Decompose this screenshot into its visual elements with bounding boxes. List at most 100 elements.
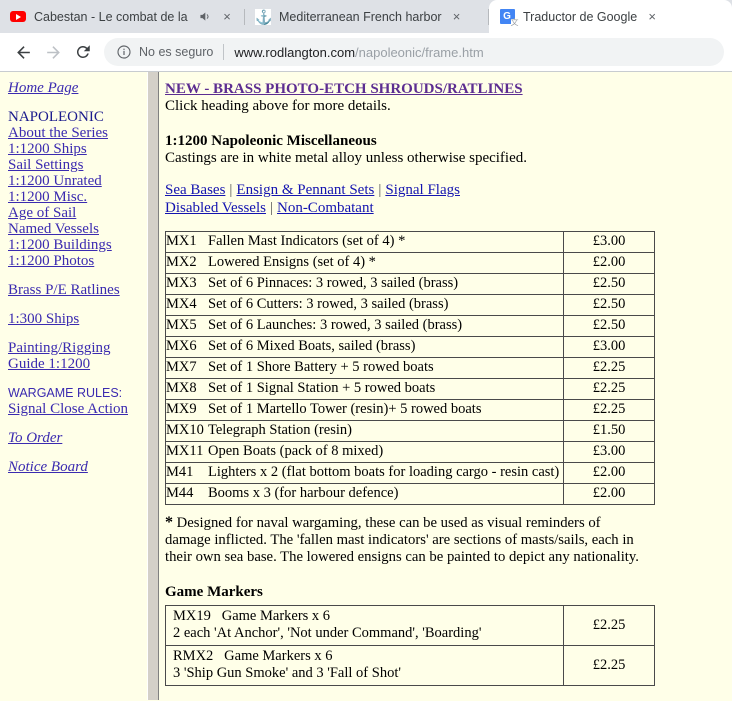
product-code: MX6 xyxy=(165,336,208,358)
game-marker-row: MX19 Game Markers x 62 each 'At Anchor',… xyxy=(165,605,655,646)
security-status-label: No es seguro xyxy=(139,45,214,59)
browser-tab-mediterranean-french-harbor[interactable]: ⚓ Mediterranean French harbor × xyxy=(245,0,488,33)
footnote-body: Designed for naval wargaming, these can … xyxy=(165,515,639,565)
sidebar-link-1-1200-ships[interactable]: 1:1200 Ships xyxy=(8,141,147,157)
product-description: Set of 1 Signal Station + 5 rowed boats xyxy=(208,378,564,400)
sidebar-link-to-order[interactable]: To Order xyxy=(8,430,147,446)
sidebar-link-1-300-ships[interactable]: 1:300 Ships xyxy=(8,311,147,327)
product-row: M41 Lighters x 2 (flat bottom boats for l… xyxy=(165,462,655,484)
sidebar-link-painting-rigging[interactable]: Painting/Rigging xyxy=(8,340,147,356)
product-code: MX4 xyxy=(165,294,208,316)
product-price: £2.25 xyxy=(563,399,655,421)
sidebar-label-napoleonic: NAPOLEONIC xyxy=(8,109,104,125)
product-price: £3.00 xyxy=(563,336,655,358)
product-row: MX8 Set of 1 Signal Station + 5 rowed boa… xyxy=(165,378,655,400)
sidebar-link-1-1200-buildings[interactable]: 1:1200 Buildings xyxy=(8,237,147,253)
product-code: MX10 xyxy=(165,420,208,442)
reload-button-icon[interactable] xyxy=(68,37,98,67)
link-separator: | xyxy=(229,182,233,198)
sidebar-nav-frame: Home Page NAPOLEONIC About the Series 1:120… xyxy=(0,72,147,700)
tab-close-button[interactable]: × xyxy=(448,8,466,26)
category-link-sea-bases[interactable]: Sea Bases xyxy=(165,182,225,198)
tab-close-button[interactable]: × xyxy=(643,8,661,26)
sidebar-link-1-1200-unrated[interactable]: 1:1200 Unrated xyxy=(8,173,147,189)
tab-title: Cabestan - Le combat de la D xyxy=(34,9,192,24)
product-code: MX8 xyxy=(165,378,208,400)
product-description: Set of 1 Martello Tower (resin)+ 5 rowed… xyxy=(208,399,564,421)
sidebar-link-sail-settings[interactable]: Sail Settings xyxy=(8,157,147,173)
product-price: £2.00 xyxy=(563,483,655,505)
section-heading: 1:1200 Napoleonic Miscellaneous xyxy=(165,133,377,149)
page-viewport: Home Page NAPOLEONIC About the Series 1:120… xyxy=(0,72,732,700)
sidebar-link-1-1200-misc[interactable]: 1:1200 Misc. xyxy=(8,189,147,205)
info-circle-icon[interactable] xyxy=(116,44,132,60)
browser-tab-cabestan[interactable]: Cabestan - Le combat de la D × xyxy=(0,0,244,33)
product-description: Open Boats (pack of 8 mixed) xyxy=(208,441,564,463)
product-code: MX2 xyxy=(165,252,208,274)
product-row: MX9 Set of 1 Martello Tower (resin)+ 5 ro… xyxy=(165,399,655,421)
game-marker-code: MX19 xyxy=(173,608,211,624)
category-link-ensign-pennant-sets[interactable]: Ensign & Pennant Sets xyxy=(236,182,374,198)
sidebar-link-home-page[interactable]: Home Page xyxy=(8,80,147,96)
tab-close-button[interactable]: × xyxy=(218,8,236,26)
sidebar-link-signal-close-action[interactable]: Signal Close Action xyxy=(8,401,147,417)
game-marker-line-1: MX19 Game Markers x 6 xyxy=(173,608,563,625)
sidebar-link-age-of-sail[interactable]: Age of Sail xyxy=(8,205,147,221)
game-marker-line-2: 3 'Ship Gun Smoke' and 3 'Fall of Shot' xyxy=(173,665,401,681)
game-marker-details: MX19 Game Markers x 62 each 'At Anchor',… xyxy=(165,605,564,646)
sidebar-link-about-the-series[interactable]: About the Series xyxy=(8,125,147,141)
product-row: MX11 Open Boats (pack of 8 mixed) £3.00 xyxy=(165,441,655,463)
category-links-row-2: Disabled Vessels | Non-Combatant xyxy=(165,199,722,217)
product-price: £2.50 xyxy=(563,273,655,295)
browser-toolbar: No es seguro www.rodlangton.com/napoleon… xyxy=(0,33,732,72)
frame-divider[interactable] xyxy=(147,72,159,700)
url-text[interactable]: www.rodlangton.com/napoleonic/frame.htm xyxy=(234,45,483,60)
category-link-signal-flags[interactable]: Signal Flags xyxy=(385,182,460,198)
category-link-non-combatant[interactable]: Non-Combatant xyxy=(277,200,374,216)
game-marker-price: £2.25 xyxy=(563,645,655,686)
category-link-disabled-vessels[interactable]: Disabled Vessels xyxy=(165,200,266,216)
back-button-icon[interactable] xyxy=(8,37,38,67)
product-price: £2.00 xyxy=(563,252,655,274)
product-price: £3.00 xyxy=(563,231,655,253)
product-description: Lighters x 2 (flat bottom boats for load… xyxy=(208,462,564,484)
address-bar[interactable]: No es seguro www.rodlangton.com/napoleon… xyxy=(104,38,724,66)
product-code: MX9 xyxy=(165,399,208,421)
game-marker-price: £2.25 xyxy=(563,605,655,646)
product-row: MX1 Fallen Mast Indicators (set of 4) * £3… xyxy=(165,231,655,253)
product-price: £2.25 xyxy=(563,378,655,400)
sidebar-link-brass-p-e-ratlines[interactable]: Brass P/E Ratlines xyxy=(8,282,147,298)
product-description: Booms x 3 (for harbour defence) xyxy=(208,483,564,505)
main-content-frame: NEW - BRASS PHOTO-ETCH SHROUDS/RATLINES … xyxy=(159,72,732,700)
sidebar-link-1-1200-photos[interactable]: 1:1200 Photos xyxy=(8,253,147,269)
category-links-row-1: Sea Bases | Ensign & Pennant Sets | Sign… xyxy=(165,181,722,199)
sidebar-link-guide-1-1200[interactable]: Guide 1:1200 xyxy=(8,356,147,372)
product-code: MX5 xyxy=(165,315,208,337)
url-host: www.rodlangton.com xyxy=(234,44,356,60)
promo-heading-link[interactable]: NEW - BRASS PHOTO-ETCH SHROUDS/RATLINES xyxy=(165,81,523,98)
product-code: M44 xyxy=(165,483,208,505)
product-row: MX7 Set of 1 Shore Battery + 5 rowed boat… xyxy=(165,357,655,379)
game-markers-heading: Game Markers xyxy=(165,584,263,600)
link-separator: | xyxy=(378,182,382,198)
promo-subtext: Click heading above for more details. xyxy=(165,98,391,114)
product-code: MX7 xyxy=(165,357,208,379)
sidebar-link-named-vessels[interactable]: Named Vessels xyxy=(8,221,147,237)
anchor-icon: ⚓ xyxy=(255,8,273,25)
tab-title: Traductor de Google xyxy=(523,9,638,24)
game-marker-row: RMX2 Game Markers x 63 'Ship Gun Smoke' … xyxy=(165,645,655,686)
browser-tab-traductor-de-google[interactable]: G Traductor de Google × xyxy=(489,0,732,33)
tab-audio-playing-icon[interactable] xyxy=(196,10,212,23)
link-separator: | xyxy=(269,200,273,216)
tab-strip: Cabestan - Le combat de la D × ⚓ Mediter… xyxy=(0,0,732,33)
google-translate-icon: G xyxy=(499,9,519,27)
browser-chrome: Cabestan - Le combat de la D × ⚓ Mediter… xyxy=(0,0,732,72)
sidebar-link-notice-board[interactable]: Notice Board xyxy=(8,459,147,475)
sidebar-label-wargame-rules: WARGAME RULES: xyxy=(8,386,123,400)
